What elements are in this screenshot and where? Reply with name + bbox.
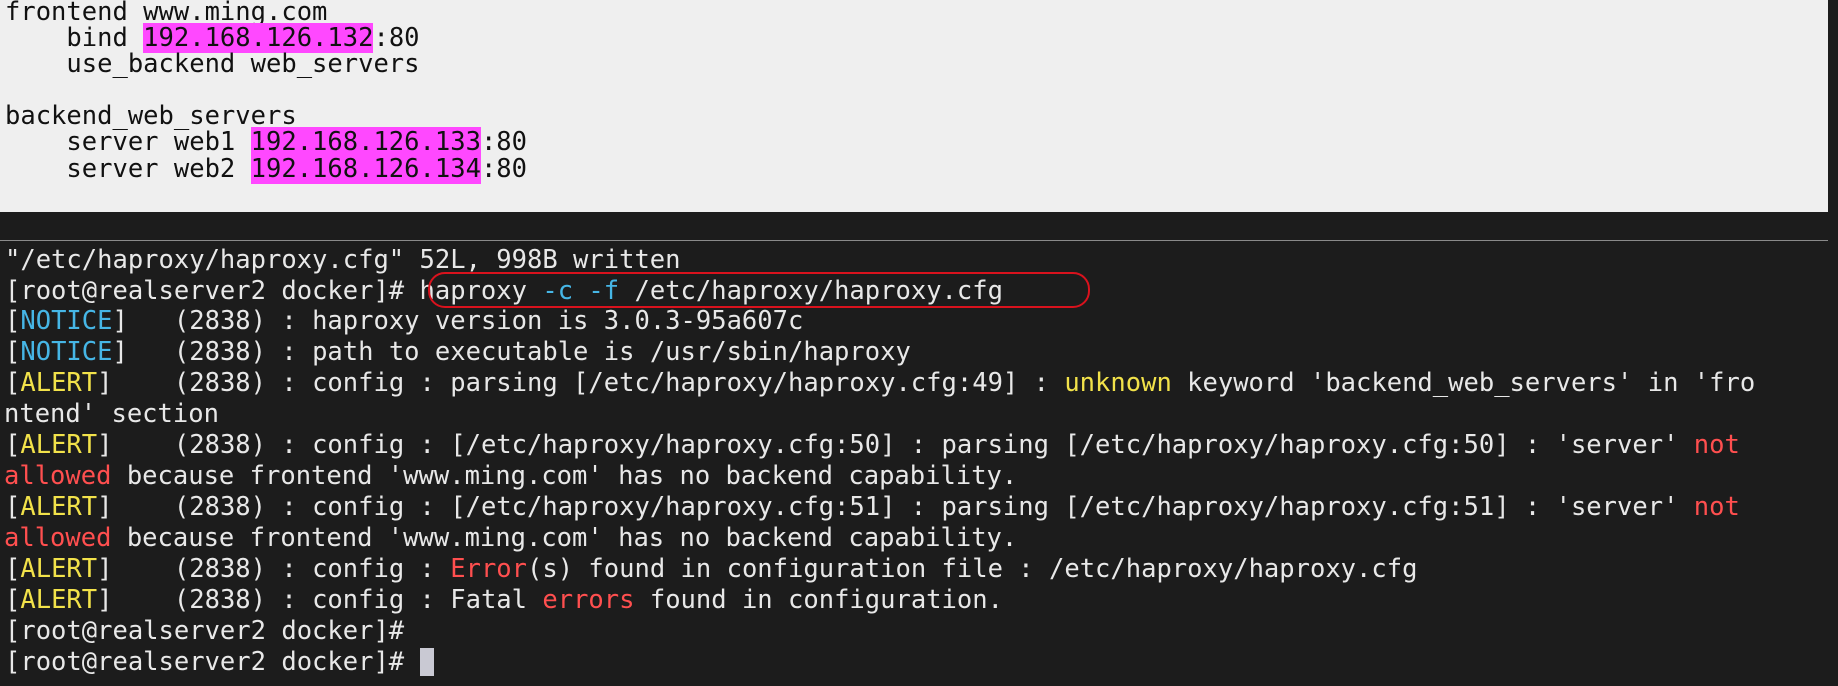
alert-tag: ALERT: [20, 554, 98, 584]
keyword-highlight: unknown: [1064, 368, 1172, 398]
text-cursor: [419, 648, 434, 676]
alert-tag: ALERT: [20, 585, 98, 615]
error-word: allowed: [4, 461, 112, 491]
alert-line: [ALERT] (2838) : config : [/etc/haproxy/…: [5, 430, 1740, 460]
shell-prompt: [root@realserver2 docker]#: [5, 616, 420, 646]
alert-line: [ALERT] (2838) : config : [/etc/haproxy/…: [5, 492, 1740, 522]
error-word: errors: [542, 585, 635, 615]
shell-prompt: [root@realserver2 docker]#: [5, 647, 420, 677]
error-word: allowed: [4, 523, 112, 553]
editor-line-7: server web2 192.168.126.134:80: [5, 154, 527, 184]
search-match-highlight: 192.168.126.134: [250, 154, 481, 184]
command-annotation-outline: [428, 272, 1090, 308]
alert-tag: ALERT: [20, 430, 98, 460]
alert-line-wrap: allowed because frontend 'www.ming.com' …: [4, 461, 1018, 491]
alert-line: [ALERT] (2838) : config : Error(s) found…: [5, 554, 1418, 584]
notice-tag: NOTICE: [20, 306, 113, 336]
prompt-line: [root@realserver2 docker]#: [5, 616, 420, 647]
alert-line: [ALERT] (2838) : config : parsing [/etc/…: [5, 368, 1756, 398]
notice-line: [NOTICE] (2838) : path to executable is …: [5, 337, 911, 367]
error-word: not: [1693, 492, 1740, 522]
alert-line-wrap: allowed because frontend 'www.ming.com' …: [4, 523, 1018, 553]
alert-line-wrap: ntend' section: [4, 399, 219, 429]
error-word: Error: [450, 554, 528, 584]
prompt-line-active[interactable]: [root@realserver2 docker]#: [5, 647, 434, 678]
notice-tag: NOTICE: [20, 337, 113, 367]
shell-prompt: [root@realserver2 docker]#: [5, 276, 420, 306]
alert-line: [ALERT] (2838) : config : Fatal errors f…: [5, 585, 1003, 615]
vim-editor-pane[interactable]: frontend www.ming.com bind 192.168.126.1…: [0, 0, 1828, 212]
alert-tag: ALERT: [20, 492, 98, 522]
notice-line: [NOTICE] (2838) : haproxy version is 3.0…: [5, 306, 804, 336]
error-word: not: [1693, 430, 1740, 460]
search-match-highlight: 192.168.126.133: [250, 127, 481, 157]
alert-tag: ALERT: [20, 368, 98, 398]
editor-line-3: use_backend web_servers: [5, 49, 420, 79]
pane-separator: [0, 240, 1828, 241]
